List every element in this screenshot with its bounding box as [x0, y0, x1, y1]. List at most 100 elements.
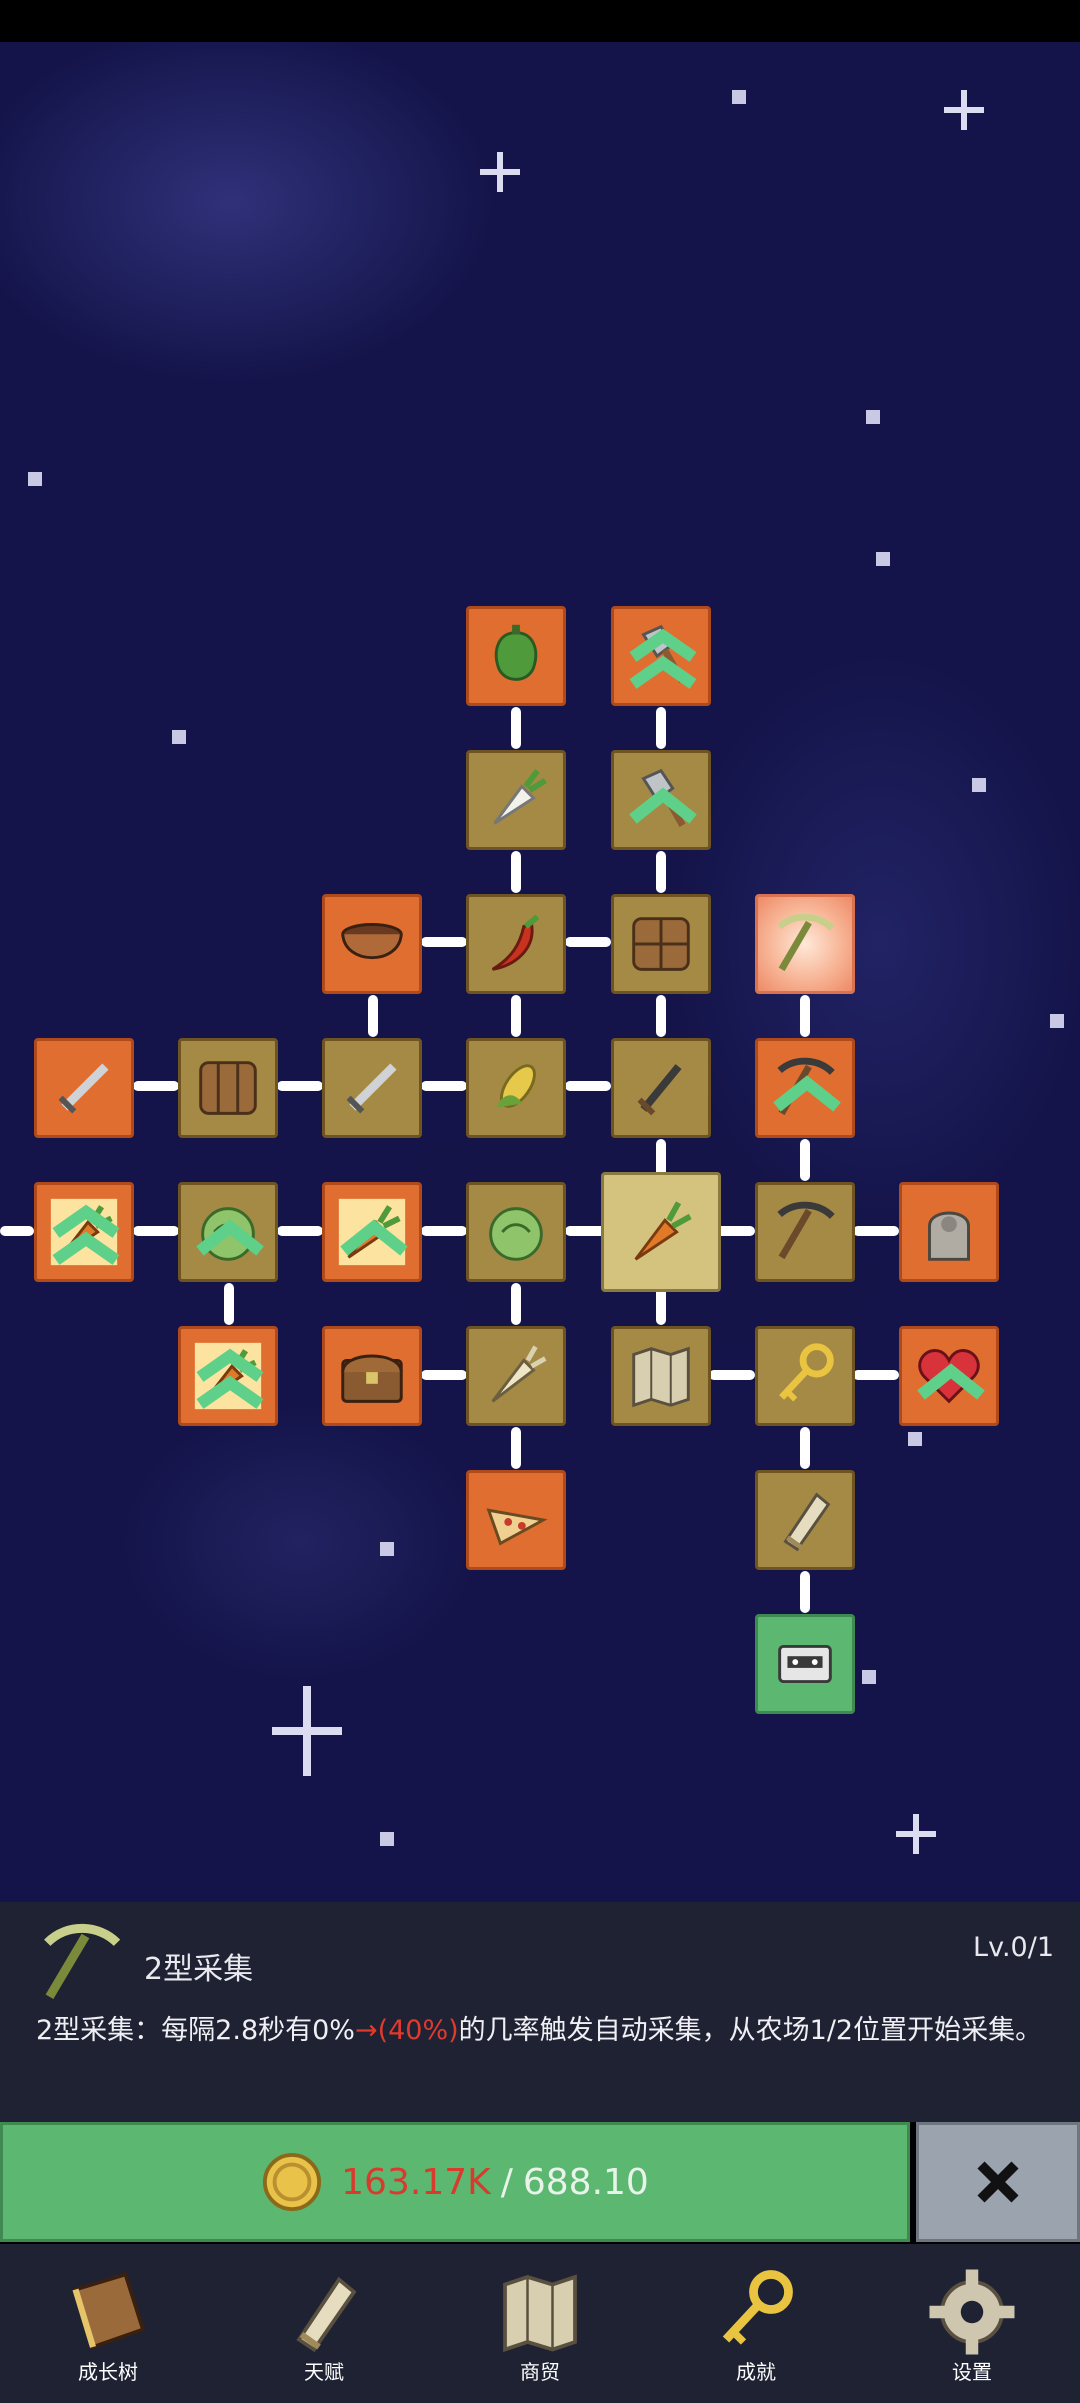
node-shovel-2[interactable]	[611, 750, 711, 850]
connector	[511, 1427, 521, 1469]
node-cassette[interactable]	[755, 1614, 855, 1714]
cost-separator: /	[500, 2161, 513, 2203]
pickaxe-icon	[777, 1201, 835, 1260]
scroll-icon	[296, 2276, 357, 2353]
chili-icon	[491, 914, 540, 971]
node-parsnip[interactable]	[466, 1326, 566, 1426]
map-icon	[632, 1346, 690, 1408]
carrot-icon	[634, 1201, 692, 1261]
pizza-icon	[486, 1508, 548, 1546]
upgrade-arrow-icon	[917, 1363, 985, 1400]
desc-change: →(40%)	[354, 2015, 459, 2046]
crate-icon	[632, 917, 690, 971]
connector	[565, 1081, 611, 1091]
connector	[133, 1226, 179, 1236]
pepper-icon	[494, 624, 538, 681]
node-dagger[interactable]	[611, 1038, 711, 1138]
connector	[656, 851, 666, 893]
connector	[656, 995, 666, 1037]
nav-trade[interactable]: 商贸	[432, 2244, 648, 2403]
node-key[interactable]	[755, 1326, 855, 1426]
node-pepper[interactable]	[466, 606, 566, 706]
cost-current: 163.17K	[341, 2161, 491, 2203]
node-crate[interactable]	[611, 894, 711, 994]
connector	[133, 1081, 179, 1091]
gear-icon	[929, 2269, 1015, 2355]
node-carrot-boost-2[interactable]	[322, 1182, 422, 1282]
nav-talent[interactable]: 天赋	[216, 2244, 432, 2403]
nav-trade-label: 商贸	[520, 2360, 560, 2384]
upgrade-arrows-icon	[196, 1348, 264, 1409]
desc-text-2: 的几率触发自动采集，从农场1/2位置开始采集。	[458, 2015, 1043, 2046]
nav-achievement[interactable]: 成就	[648, 2244, 864, 2403]
node-chili[interactable]	[466, 894, 566, 994]
node-map[interactable]	[611, 1326, 711, 1426]
connector	[853, 1370, 899, 1380]
node-chest[interactable]	[322, 1326, 422, 1426]
connector	[368, 995, 378, 1037]
node-heart[interactable]	[899, 1326, 999, 1426]
radish-icon	[493, 768, 547, 825]
connector	[853, 1226, 899, 1236]
node-pickaxe-2[interactable]	[755, 894, 855, 994]
connector	[511, 995, 521, 1037]
connector	[277, 1081, 323, 1091]
node-cabbage-2[interactable]	[466, 1182, 566, 1282]
upgrade-arrow-icon	[196, 1219, 264, 1256]
sword-icon	[346, 1063, 397, 1114]
sword-icon	[58, 1063, 109, 1114]
node-corn[interactable]	[466, 1038, 566, 1138]
corn-icon	[496, 1064, 536, 1108]
connector	[800, 995, 810, 1037]
close-button[interactable]	[916, 2122, 1080, 2242]
map-icon	[503, 2274, 577, 2353]
connector	[277, 1226, 323, 1236]
connector	[421, 937, 467, 947]
node-carrot-boost[interactable]	[34, 1182, 134, 1282]
cassette-icon	[778, 1644, 832, 1684]
connector	[224, 1283, 234, 1325]
cabbage-icon	[489, 1207, 543, 1261]
nav-tree-label: 成长树	[78, 2360, 138, 2384]
connector	[565, 937, 611, 947]
node-carrot-root[interactable]	[601, 1172, 721, 1292]
node-sword-2[interactable]	[322, 1038, 422, 1138]
key-icon	[779, 1343, 834, 1402]
node-shovel[interactable]	[611, 606, 711, 706]
nav-tree[interactable]: 成长树	[0, 2244, 216, 2403]
node-bowl[interactable]	[322, 894, 422, 994]
crate-icon	[199, 1061, 257, 1115]
connector	[421, 1081, 467, 1091]
connector	[800, 1427, 810, 1469]
node-scroll[interactable]	[755, 1470, 855, 1570]
connector	[800, 1571, 810, 1613]
node-carrot-boost-3[interactable]	[178, 1326, 278, 1426]
skill-title: 2型采集	[144, 1952, 254, 1987]
node-statue[interactable]	[899, 1182, 999, 1282]
nav-achievement-label: 成就	[736, 2360, 776, 2384]
node-pickaxe-3[interactable]	[755, 1182, 855, 1282]
dagger-icon	[637, 1064, 682, 1116]
node-cabbage[interactable]	[178, 1182, 278, 1282]
connector	[421, 1226, 467, 1236]
cost-required: 688.10	[522, 2161, 649, 2203]
node-pickaxe[interactable]	[755, 1038, 855, 1138]
upgrade-arrows-icon	[629, 628, 697, 689]
upgrade-arrow-icon	[629, 787, 697, 824]
node-pizza[interactable]	[466, 1470, 566, 1570]
nav-settings[interactable]: 设置	[864, 2244, 1080, 2403]
node-sword[interactable]	[34, 1038, 134, 1138]
connector	[421, 1370, 467, 1380]
node-crate-2[interactable]	[178, 1038, 278, 1138]
upgrade-button[interactable]: 163.17K / 688.10	[0, 2122, 910, 2242]
skill-info-panel: 2型采集 Lv.0/1 2型采集：每隔2.8秒有0%→(40%)的几率触发自动采…	[0, 1902, 1080, 2122]
connector	[0, 1226, 34, 1236]
pickaxe-icon	[777, 913, 835, 972]
bottom-nav: 成长树 天赋 商贸 成就 设置	[0, 2244, 1080, 2403]
nav-settings-label: 设置	[952, 2360, 992, 2384]
scroll-icon	[783, 1492, 831, 1552]
connector	[511, 1283, 521, 1325]
node-radish[interactable]	[466, 750, 566, 850]
key-icon	[722, 2270, 793, 2345]
connector	[800, 1139, 810, 1181]
